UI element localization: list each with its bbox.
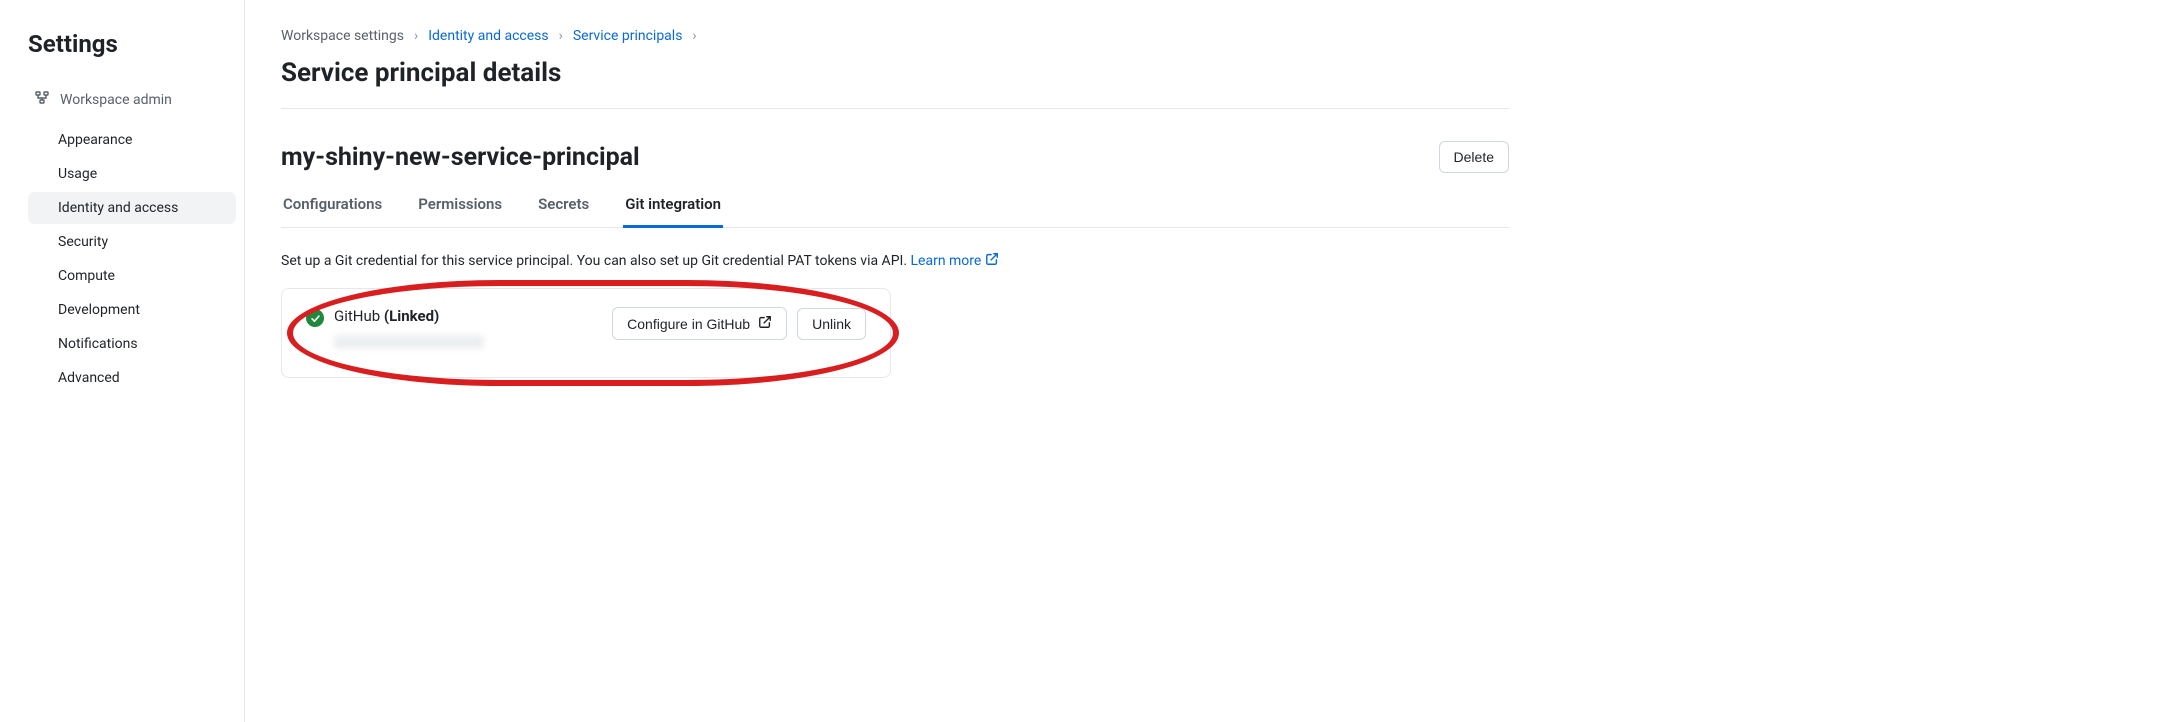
delete-button[interactable]: Delete <box>1439 141 1509 173</box>
sidebar-item-compute[interactable]: Compute <box>28 260 236 292</box>
status-check-icon <box>306 309 324 327</box>
redacted-credential-text <box>334 335 484 349</box>
page-title: Service principal details <box>281 58 561 88</box>
settings-sidebar: Settings Workspace admin Appearance Usag… <box>0 0 245 722</box>
tabs: Configurations Permissions Secrets Git i… <box>281 187 1509 228</box>
breadcrumb-separator: › <box>414 28 418 44</box>
provider-status: (Linked) <box>384 307 439 325</box>
tab-configurations[interactable]: Configurations <box>281 187 384 228</box>
breadcrumb: Workspace settings › Identity and access… <box>281 28 1509 44</box>
sidebar-item-security[interactable]: Security <box>28 226 236 258</box>
sidebar-title: Settings <box>28 30 236 58</box>
sidebar-section-label: Workspace admin <box>60 92 172 108</box>
resource-name: my-shiny-new-service-principal <box>281 143 640 172</box>
tab-description: Set up a Git credential for this service… <box>281 252 1509 270</box>
provider-name: GitHub <box>334 307 380 325</box>
tab-secrets[interactable]: Secrets <box>536 187 591 228</box>
sidebar-item-usage[interactable]: Usage <box>28 158 236 190</box>
sidebar-item-appearance[interactable]: Appearance <box>28 124 236 156</box>
configure-in-github-button[interactable]: Configure in GitHub <box>612 307 787 340</box>
sidebar-section-header: Workspace admin <box>28 86 236 114</box>
sidebar-item-notifications[interactable]: Notifications <box>28 328 236 360</box>
sidebar-items-list: Appearance Usage Identity and access Sec… <box>28 124 236 394</box>
breadcrumb-item-service-principals[interactable]: Service principals <box>573 28 683 44</box>
sidebar-item-advanced[interactable]: Advanced <box>28 362 236 394</box>
external-link-icon <box>985 252 999 270</box>
git-provider-card: GitHub (Linked) Configure in GitHub <box>281 288 891 378</box>
breadcrumb-separator: › <box>692 28 696 44</box>
git-provider-title: GitHub (Linked) <box>334 307 484 325</box>
sidebar-item-identity-and-access[interactable]: Identity and access <box>28 192 236 224</box>
sidebar-item-development[interactable]: Development <box>28 294 236 326</box>
unlink-button[interactable]: Unlink <box>797 308 866 340</box>
external-link-icon <box>758 315 772 332</box>
main-content: Workspace settings › Identity and access… <box>245 0 1545 722</box>
tab-permissions[interactable]: Permissions <box>416 187 504 228</box>
breadcrumb-separator: › <box>559 28 563 44</box>
breadcrumb-item-workspace-settings[interactable]: Workspace settings <box>281 28 404 44</box>
breadcrumb-item-identity-and-access[interactable]: Identity and access <box>428 28 548 44</box>
workspace-admin-icon <box>34 90 50 110</box>
tab-git-integration[interactable]: Git integration <box>623 187 723 228</box>
learn-more-link[interactable]: Learn more <box>911 252 1000 270</box>
